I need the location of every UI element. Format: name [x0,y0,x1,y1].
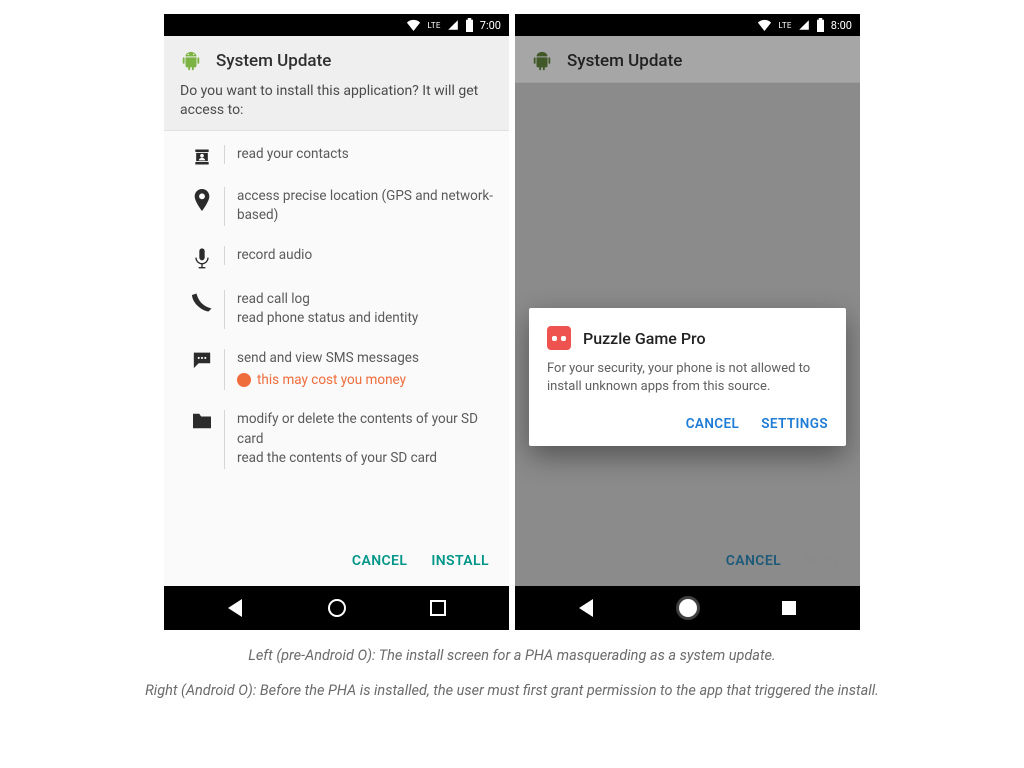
permission-text: read your contacts [237,146,349,162]
permission-text: send and view SMS messages [237,350,419,366]
signal-icon [798,19,810,31]
network-lte-label: LTE [778,21,791,30]
dimmed-background: CANCEL NEXT Puzzle Game Pro For your sec… [515,83,860,586]
status-time: 7:00 [480,19,501,32]
permissions-list[interactable]: read your contacts access precise locati… [164,131,509,536]
cost-warning-text: this may cost you money [257,371,406,391]
microphone-icon [180,246,224,270]
background-actions: CANCEL NEXT [515,536,860,586]
permission-text: read phone status and identity [237,309,499,329]
app-title: System Update [567,51,682,71]
permission-sms: send and view SMS messages this may cost… [174,339,505,400]
install-header: System Update Do you want to install thi… [164,36,509,131]
cost-warning: this may cost you money [237,371,499,391]
caption-left: Left (pre-Android O): The install screen… [145,644,879,669]
app-icon [547,326,571,350]
install-button[interactable]: INSTALL [431,553,489,569]
bg-next-button: NEXT [803,553,840,569]
install-prompt: Do you want to install this application?… [180,82,493,120]
dialog-title: Puzzle Game Pro [583,329,706,348]
wifi-icon [757,19,772,31]
battery-icon [465,18,474,32]
contacts-icon [180,145,224,167]
android-robot-icon [180,50,202,72]
battery-icon [816,18,825,32]
permission-text: modify or delete the contents of your SD… [237,411,478,447]
nav-recents-button[interactable] [408,600,468,616]
nav-back-button[interactable] [556,599,616,617]
permission-phone: read call log read phone status and iden… [174,280,505,339]
system-nav-bar [515,586,860,630]
network-lte-label: LTE [427,21,440,30]
permission-storage: modify or delete the contents of your SD… [174,400,505,479]
caption-right: Right (Android O): Before the PHA is ins… [145,679,879,704]
permission-text: read the contents of your SD card [237,449,499,469]
android-robot-icon [531,50,553,72]
nav-home-button[interactable] [658,599,718,617]
status-time: 8:00 [831,19,852,32]
left-phone: LTE 7:00 System Update Do you want to in… [164,14,509,630]
permission-record-audio: record audio [174,236,505,280]
dialog-settings-button[interactable]: SETTINGS [761,416,828,432]
bg-cancel-button: CANCEL [726,553,781,569]
install-actions: CANCEL INSTALL [164,536,509,586]
phone-icon [180,290,224,312]
install-header: System Update [515,36,860,83]
location-icon [180,187,224,211]
permission-text: record audio [237,247,312,263]
wifi-icon [406,19,421,31]
permission-text: read call log [237,291,310,307]
figure-captions: Left (pre-Android O): The install screen… [125,630,899,703]
dialog-body: For your security, your phone is not all… [547,360,828,396]
nav-back-button[interactable] [205,599,265,617]
nav-recents-button[interactable] [759,601,819,615]
permission-location: access precise location (GPS and network… [174,177,505,236]
sms-icon [180,349,224,369]
signal-icon [447,19,459,31]
nav-home-button[interactable] [307,599,367,617]
right-phone: LTE 8:00 System Update [515,14,860,630]
cancel-button[interactable]: CANCEL [352,553,407,569]
permission-text: access precise location (GPS and network… [237,188,493,224]
system-nav-bar [164,586,509,630]
dialog-cancel-button[interactable]: CANCEL [686,416,740,432]
folder-icon [180,410,224,430]
unknown-source-dialog: Puzzle Game Pro For your security, your … [529,308,846,446]
permission-contacts: read your contacts [174,135,505,177]
status-bar: LTE 7:00 [164,14,509,36]
app-title: System Update [216,51,331,71]
status-bar: LTE 8:00 [515,14,860,36]
warning-icon [237,373,251,387]
